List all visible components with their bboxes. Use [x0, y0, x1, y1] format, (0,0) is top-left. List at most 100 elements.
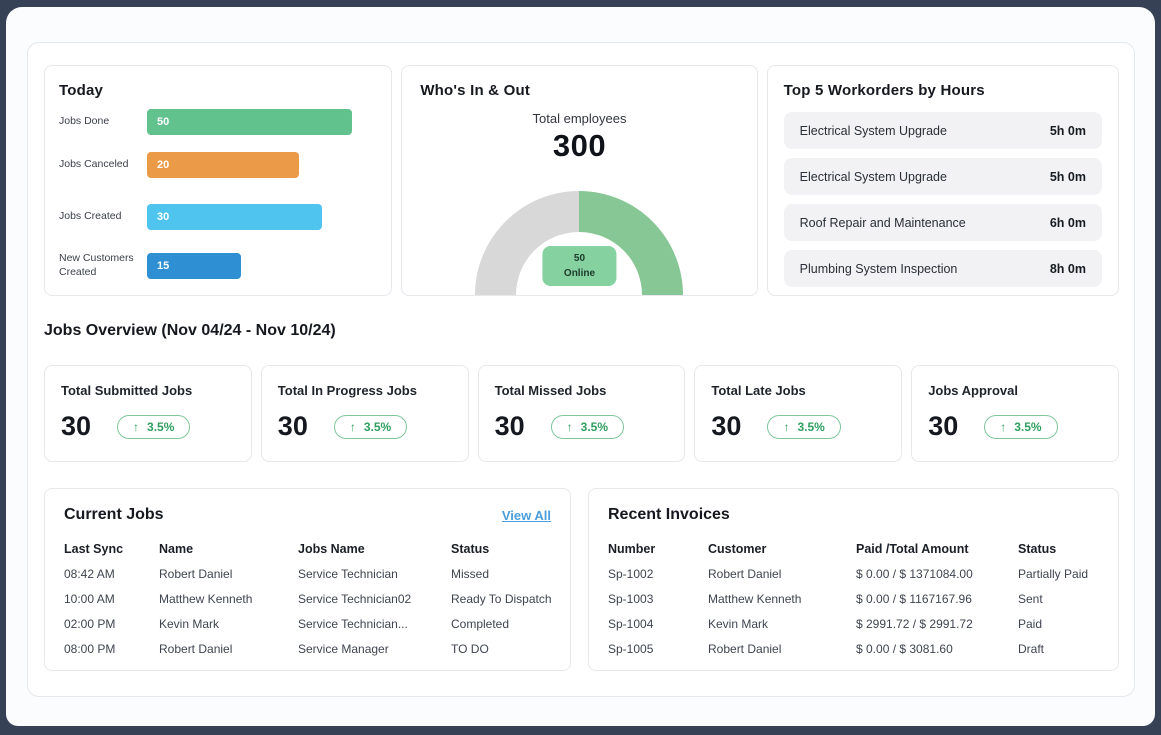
- amount-cell: $ 0.00 / $ 3081.60: [856, 642, 1018, 656]
- workorder-name: Plumbing System Inspection: [800, 262, 958, 276]
- bar-row-jobs-canceled: Jobs Canceled 20: [59, 152, 377, 178]
- stat-card-in-progress-jobs: Total In Progress Jobs 30 ↑ 3.5%: [261, 365, 469, 462]
- jobs-name-cell: Service Technician: [298, 567, 451, 581]
- bar-label: Jobs Done: [59, 115, 147, 129]
- bar-jobs-done[interactable]: 50: [147, 109, 352, 135]
- stat-value: 30: [278, 411, 308, 442]
- up-arrow-icon: ↑: [567, 420, 573, 434]
- up-arrow-icon: ↑: [783, 420, 789, 434]
- column-header: Jobs Name: [298, 542, 451, 556]
- total-employees-value: 300: [420, 128, 738, 164]
- delta-badge: ↑ 3.5%: [551, 415, 624, 439]
- app-window: Today Jobs Done 50 Jobs Canceled 20 Jobs…: [6, 7, 1155, 726]
- bar-row-jobs-done: Jobs Done 50: [59, 109, 377, 135]
- customer-cell: Robert Daniel: [708, 567, 856, 581]
- table-row[interactable]: 02:00 PM Kevin Mark Service Technician..…: [64, 611, 551, 636]
- current-jobs-title: Current Jobs: [64, 506, 164, 524]
- delta-value: 3.5%: [1014, 420, 1041, 434]
- dashboard-panel: Today Jobs Done 50 Jobs Canceled 20 Jobs…: [27, 42, 1135, 697]
- invoice-number-cell: Sp-1005: [608, 642, 708, 656]
- stat-card-submitted-jobs: Total Submitted Jobs 30 ↑ 3.5%: [44, 365, 252, 462]
- online-status-badge: 50 Online: [543, 246, 616, 286]
- jobs-name-cell: Service Technician...: [298, 617, 451, 631]
- up-arrow-icon: ↑: [350, 420, 356, 434]
- delta-badge: ↑ 3.5%: [984, 415, 1057, 439]
- today-card: Today Jobs Done 50 Jobs Canceled 20 Jobs…: [44, 65, 392, 296]
- jobs-name-cell: Service Technician02: [298, 592, 451, 606]
- column-header: Status: [451, 542, 551, 556]
- stat-card-late-jobs: Total Late Jobs 30 ↑ 3.5%: [694, 365, 902, 462]
- bar-row-new-customers: New Customers Created 15: [59, 252, 377, 279]
- workorder-name: Electrical System Upgrade: [800, 170, 947, 184]
- column-header: Customer: [708, 542, 856, 556]
- table-row[interactable]: 08:00 PM Robert Daniel Service Manager T…: [64, 636, 551, 661]
- delta-value: 3.5%: [147, 420, 174, 434]
- stat-value: 30: [711, 411, 741, 442]
- bottom-cards-row: Current Jobs View All Last Sync Name Job…: [44, 488, 1119, 671]
- up-arrow-icon: ↑: [1000, 420, 1006, 434]
- bar-label: New Customers Created: [59, 252, 147, 279]
- delta-value: 3.5%: [364, 420, 391, 434]
- today-bar-chart: Jobs Done 50 Jobs Canceled 20 Jobs Creat…: [59, 109, 377, 279]
- bar-jobs-canceled[interactable]: 20: [147, 152, 299, 178]
- workorder-item[interactable]: Roof Repair and Maintenance 6h 0m: [784, 204, 1102, 241]
- table-row[interactable]: Sp-1005 Robert Daniel $ 0.00 / $ 3081.60…: [608, 636, 1099, 661]
- invoice-number-cell: Sp-1002: [608, 567, 708, 581]
- workorder-item[interactable]: Plumbing System Inspection 8h 0m: [784, 250, 1102, 287]
- workorder-item[interactable]: Electrical System Upgrade 5h 0m: [784, 112, 1102, 149]
- bar-new-customers[interactable]: 15: [147, 253, 241, 279]
- stat-label: Total Submitted Jobs: [61, 383, 235, 398]
- delta-badge: ↑ 3.5%: [767, 415, 840, 439]
- column-header: Name: [159, 542, 298, 556]
- column-header: Number: [608, 542, 708, 556]
- amount-cell: $ 0.00 / $ 1371084.00: [856, 567, 1018, 581]
- online-count: 50: [564, 251, 595, 266]
- workorder-item[interactable]: Electrical System Upgrade 5h 0m: [784, 158, 1102, 195]
- amount-cell: $ 0.00 / $ 1167167.96: [856, 592, 1018, 606]
- column-header: Paid /Total Amount: [856, 542, 1018, 556]
- table-row[interactable]: Sp-1003 Matthew Kenneth $ 0.00 / $ 11671…: [608, 586, 1099, 611]
- workorder-hours: 6h 0m: [1050, 216, 1086, 230]
- bar-jobs-created[interactable]: 30: [147, 204, 322, 230]
- name-cell: Kevin Mark: [159, 617, 298, 631]
- stat-label: Total Late Jobs: [711, 383, 885, 398]
- table-row[interactable]: Sp-1004 Kevin Mark $ 2991.72 / $ 2991.72…: [608, 611, 1099, 636]
- delta-badge: ↑ 3.5%: [334, 415, 407, 439]
- delta-value: 3.5%: [797, 420, 824, 434]
- workorder-hours: 5h 0m: [1050, 170, 1086, 184]
- invoice-number-cell: Sp-1003: [608, 592, 708, 606]
- amount-cell: $ 2991.72 / $ 2991.72: [856, 617, 1018, 631]
- view-all-link[interactable]: View All: [502, 508, 551, 523]
- status-cell: Missed: [451, 567, 551, 581]
- stat-value: 30: [495, 411, 525, 442]
- whos-in-out-card: Who's In & Out Total employees 300 50 On…: [401, 65, 757, 296]
- top-workorders-card: Top 5 Workorders by Hours Electrical Sys…: [767, 65, 1119, 296]
- recent-invoices-table: Number Customer Paid /Total Amount Statu…: [608, 536, 1099, 661]
- bar-label: Jobs Created: [59, 210, 147, 224]
- invoice-number-cell: Sp-1004: [608, 617, 708, 631]
- table-row[interactable]: 10:00 AM Matthew Kenneth Service Technic…: [64, 586, 551, 611]
- customer-cell: Matthew Kenneth: [708, 592, 856, 606]
- name-cell: Robert Daniel: [159, 567, 298, 581]
- online-label: Online: [564, 266, 595, 281]
- current-jobs-table: Last Sync Name Jobs Name Status 08:42 AM…: [64, 536, 551, 661]
- jobs-name-cell: Service Manager: [298, 642, 451, 656]
- total-employees-block: Total employees 300: [420, 111, 738, 164]
- stat-label: Total Missed Jobs: [495, 383, 669, 398]
- table-row[interactable]: 08:42 AM Robert Daniel Service Technicia…: [64, 561, 551, 586]
- status-cell: Paid: [1018, 617, 1099, 631]
- delta-value: 3.5%: [581, 420, 608, 434]
- last-sync-cell: 10:00 AM: [64, 592, 159, 606]
- stat-card-jobs-approval: Jobs Approval 30 ↑ 3.5%: [911, 365, 1119, 462]
- stat-card-missed-jobs: Total Missed Jobs 30 ↑ 3.5%: [478, 365, 686, 462]
- current-jobs-card: Current Jobs View All Last Sync Name Job…: [44, 488, 571, 671]
- status-cell: Sent: [1018, 592, 1099, 606]
- total-employees-label: Total employees: [420, 111, 738, 126]
- table-row[interactable]: Sp-1002 Robert Daniel $ 0.00 / $ 1371084…: [608, 561, 1099, 586]
- table-header-row: Last Sync Name Jobs Name Status: [64, 536, 551, 561]
- bar-label: Jobs Canceled: [59, 158, 147, 172]
- jobs-overview-heading: Jobs Overview (Nov 04/24 - Nov 10/24): [44, 322, 336, 340]
- stat-label: Jobs Approval: [928, 383, 1102, 398]
- last-sync-cell: 02:00 PM: [64, 617, 159, 631]
- workorder-name: Electrical System Upgrade: [800, 124, 947, 138]
